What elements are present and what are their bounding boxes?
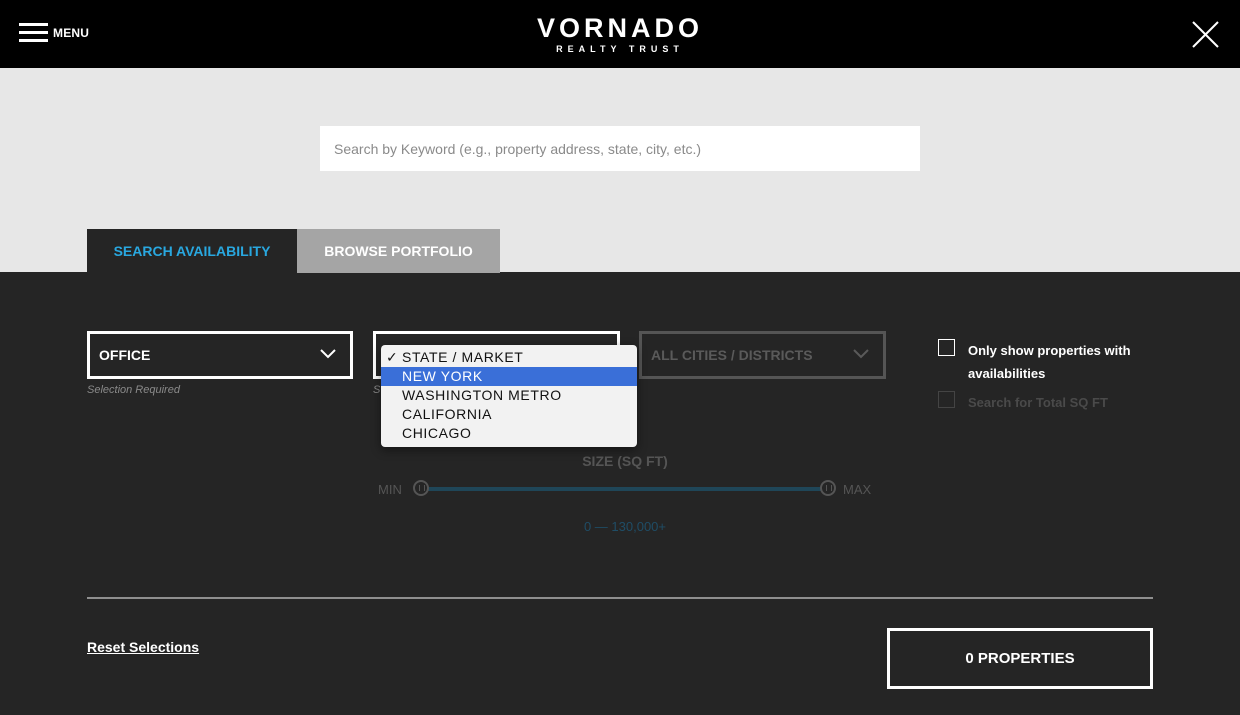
size-slider-min-handle[interactable]	[413, 480, 429, 496]
size-range-text: 0 — 130,000+	[583, 519, 667, 534]
only-available-checkbox[interactable]	[938, 339, 955, 356]
slider-max-label: MAX	[843, 482, 872, 497]
menu-label: MENU	[53, 26, 90, 40]
search-area: SEARCH AVAILABILITY BROWSE PORTFOLIO	[0, 68, 1240, 273]
size-slider-max-handle[interactable]	[820, 480, 836, 496]
option-label: STATE / MARKET	[402, 349, 524, 365]
close-icon[interactable]	[1192, 21, 1219, 48]
property-type-helper: Selection Required	[87, 384, 180, 396]
option-label: CALIFORNIA	[402, 406, 493, 422]
property-type-select[interactable]: OFFICE	[87, 331, 353, 379]
size-title: SIZE (SQ FT)	[582, 453, 668, 469]
reset-selections-link[interactable]: Reset Selections	[87, 639, 199, 655]
hamburger-icon	[19, 23, 48, 43]
option-label: NEW YORK	[402, 368, 483, 384]
size-slider-track[interactable]	[421, 487, 828, 491]
dropdown-option-washington-metro[interactable]: WASHINGTON METRO	[381, 386, 637, 405]
logo[interactable]: VORNADO REALTY TRUST	[520, 14, 720, 55]
tab-browse-portfolio[interactable]: BROWSE PORTFOLIO	[297, 229, 500, 273]
properties-results-button[interactable]: 0 PROPERTIES	[887, 628, 1153, 689]
option-label: WASHINGTON METRO	[402, 387, 562, 403]
checkmark-icon: ✓	[386, 349, 399, 365]
slider-min-label: MIN	[378, 482, 402, 497]
top-header: MENU VORNADO REALTY TRUST	[0, 0, 1240, 68]
logo-sub-text: REALTY TRUST	[556, 44, 684, 54]
logo-main-text: VORNADO	[536, 13, 703, 43]
only-available-label: Only show properties with availabilities	[968, 343, 1131, 381]
total-sqft-label: Search for Total SQ FT	[968, 395, 1108, 410]
total-sqft-checkbox[interactable]	[938, 391, 955, 408]
state-market-dropdown[interactable]: ✓ STATE / MARKET NEW YORK WASHINGTON MET…	[381, 345, 637, 447]
tab-search-availability[interactable]: SEARCH AVAILABILITY	[87, 229, 297, 273]
cities-districts-select[interactable]: ALL CITIES / DISTRICTS	[639, 331, 886, 379]
divider	[87, 597, 1153, 599]
menu-button[interactable]: MENU	[19, 22, 89, 44]
chevron-down-icon	[320, 349, 336, 359]
property-type-value: OFFICE	[99, 347, 151, 363]
chevron-down-icon	[853, 349, 869, 359]
state-market-helper: S	[373, 384, 381, 396]
keyword-search-input[interactable]	[320, 126, 920, 171]
dropdown-option-california[interactable]: CALIFORNIA	[381, 405, 637, 424]
cities-districts-value: ALL CITIES / DISTRICTS	[651, 347, 813, 363]
option-label: CHICAGO	[402, 425, 472, 441]
dropdown-option-new-york[interactable]: NEW YORK	[381, 367, 637, 386]
dropdown-option-chicago[interactable]: CHICAGO	[381, 424, 637, 443]
dropdown-option-state-market[interactable]: ✓ STATE / MARKET	[381, 348, 637, 367]
